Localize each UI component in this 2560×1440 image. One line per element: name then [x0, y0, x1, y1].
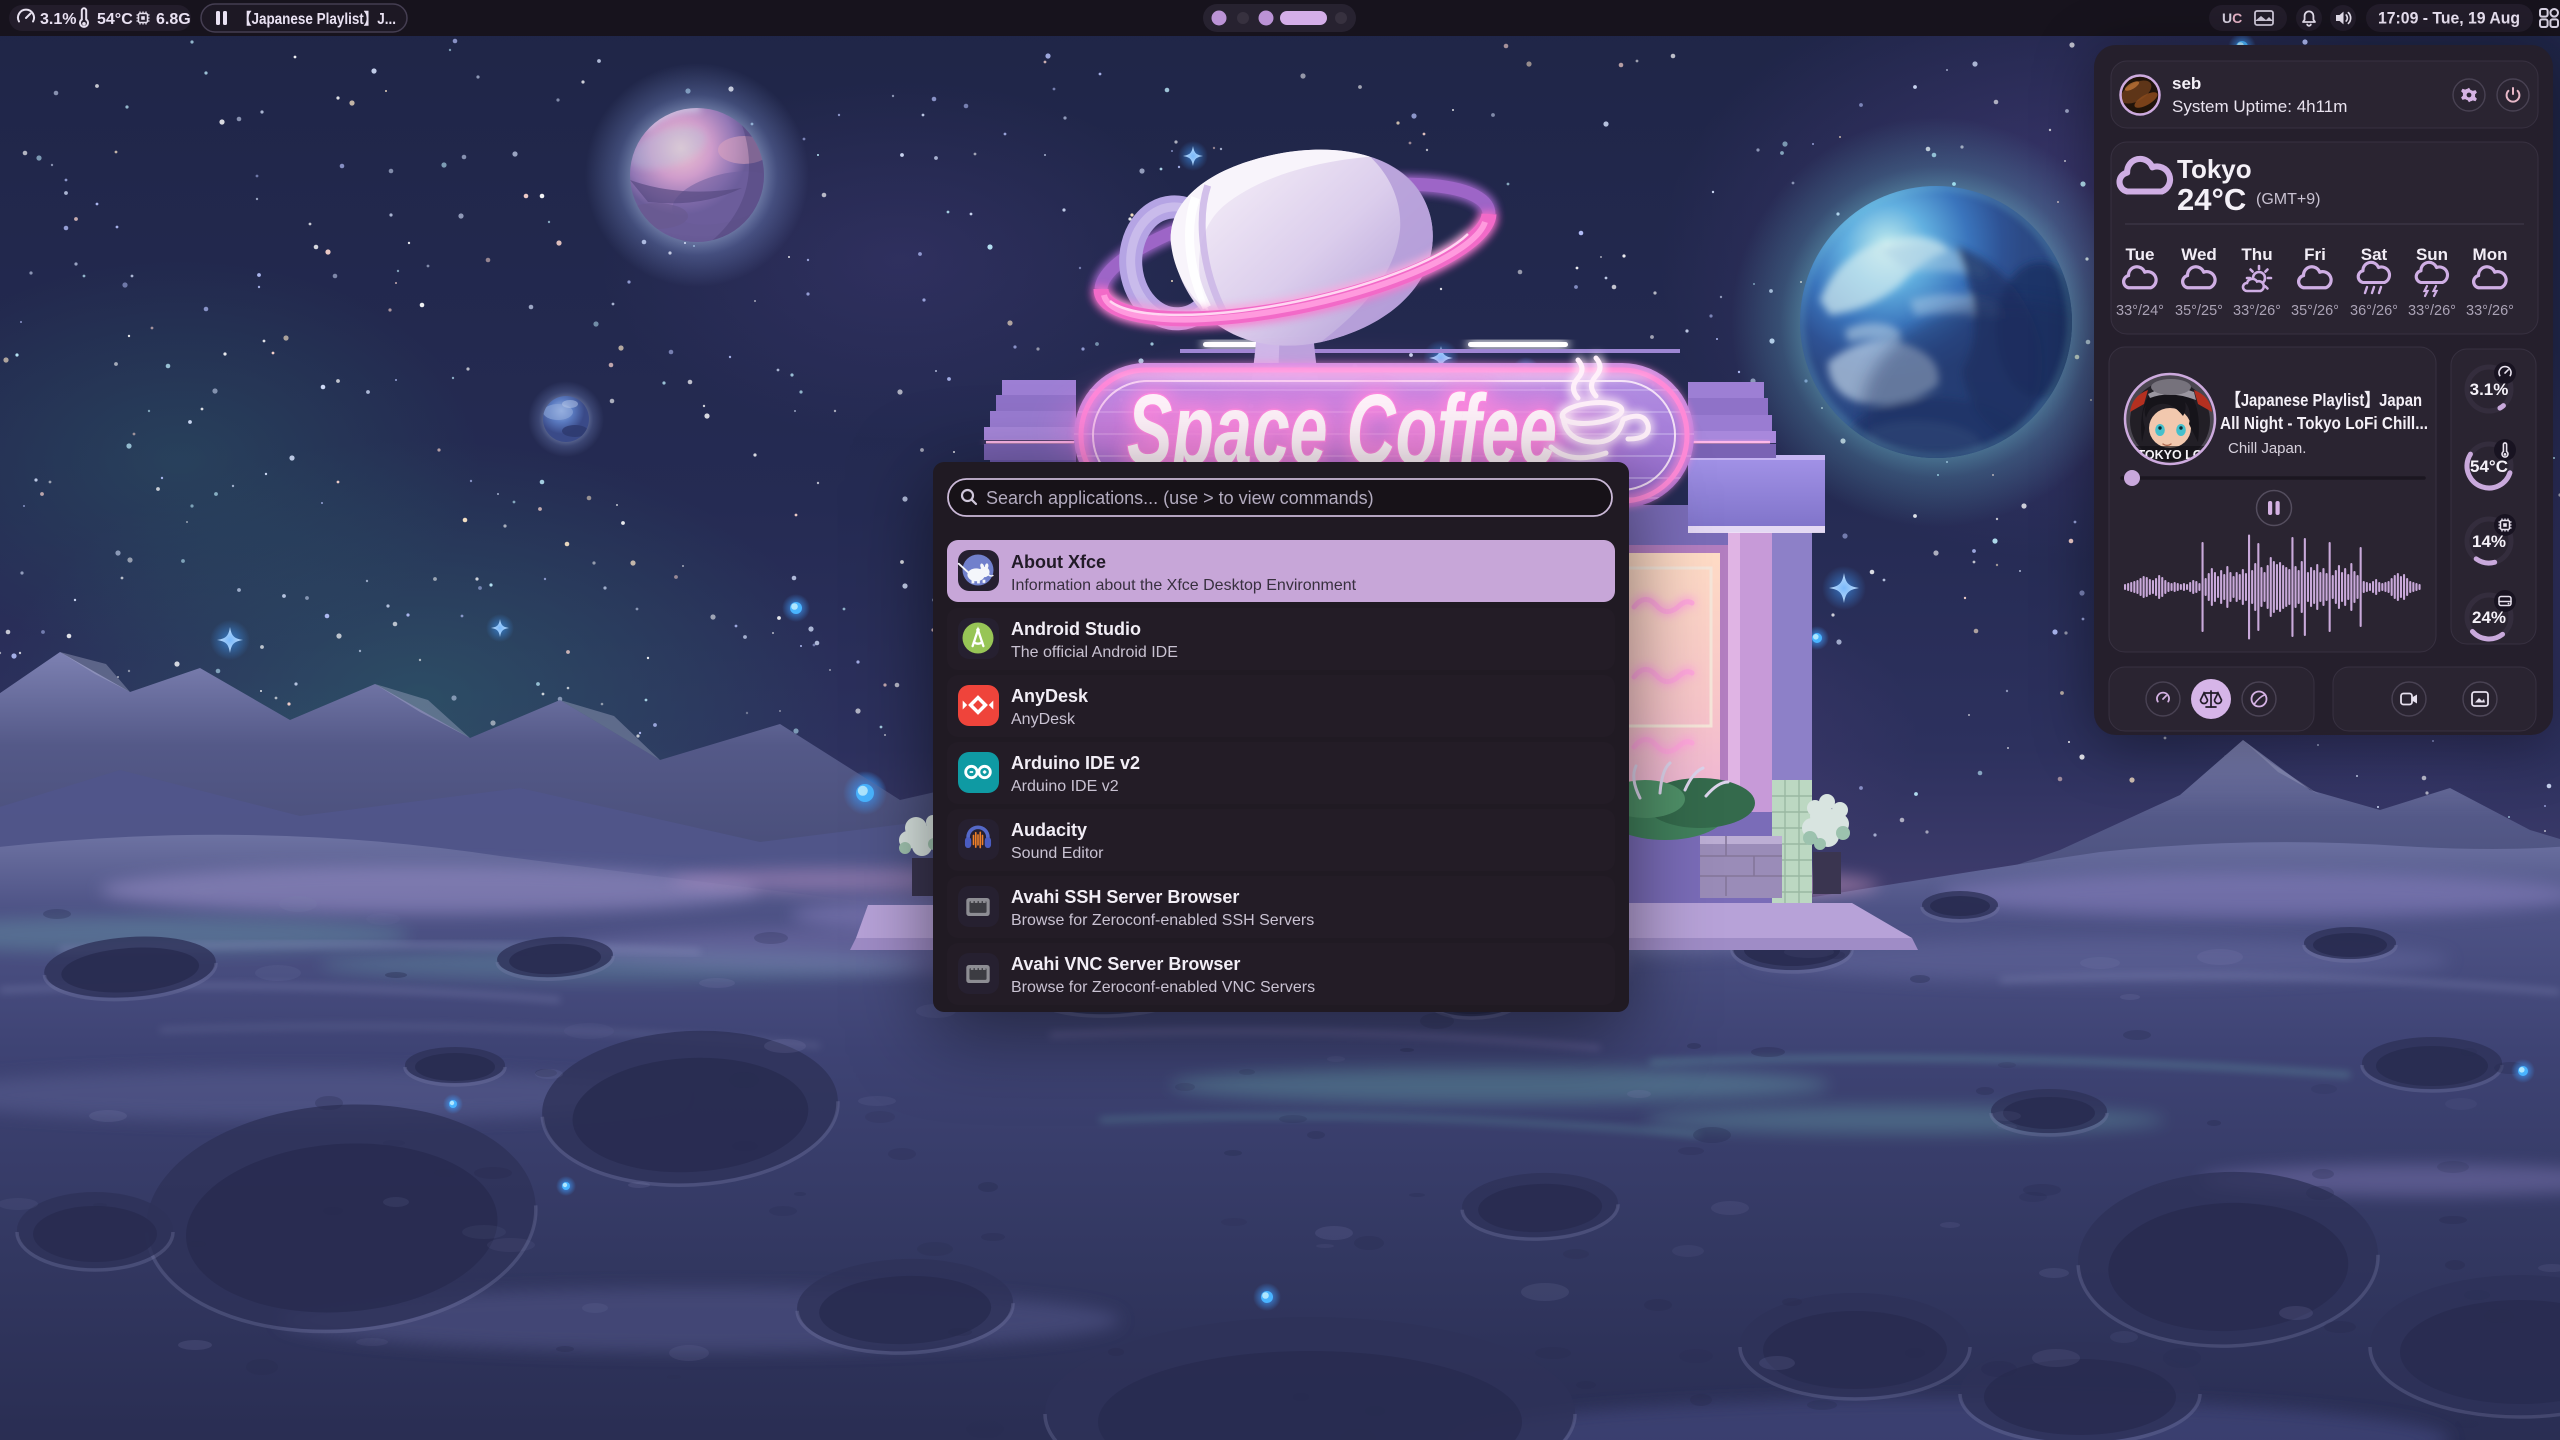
svg-text:The official Android IDE: The official Android IDE — [1011, 644, 1178, 661]
svg-text:UC: UC — [2222, 10, 2242, 26]
svg-text:Sun: Sun — [2416, 245, 2448, 264]
svg-text:Wed: Wed — [2181, 245, 2217, 264]
svg-text:Audacity: Audacity — [1011, 820, 1087, 840]
svg-text:All Night - Tokyo LoFi Chill..: All Night - Tokyo LoFi Chill... — [2220, 413, 2428, 433]
svg-text:54°C: 54°C — [97, 11, 133, 28]
svg-text:3.1%: 3.1% — [2470, 380, 2509, 399]
svg-text:Search applications... (use >: Search applications... (use > to view co… — [986, 488, 1374, 508]
svg-text:(GMT+9): (GMT+9) — [2256, 191, 2320, 208]
svg-text:Arduino IDE v2: Arduino IDE v2 — [1011, 753, 1140, 773]
svg-text:Fri: Fri — [2304, 245, 2326, 264]
svg-text:Browse for Zeroconf-enabled SS: Browse for Zeroconf-enabled SSH Servers — [1011, 912, 1314, 929]
svg-text:Avahi SSH Server Browser: Avahi SSH Server Browser — [1011, 887, 1239, 907]
svg-text:6.8G: 6.8G — [156, 11, 191, 28]
svg-text:AnyDesk: AnyDesk — [1011, 686, 1089, 706]
svg-text:Tue: Tue — [2126, 245, 2155, 264]
svg-text:35°/25°: 35°/25° — [2175, 303, 2223, 319]
svg-text:Thu: Thu — [2241, 245, 2272, 264]
svg-text:Android Studio: Android Studio — [1011, 619, 1141, 639]
svg-text:【Japanese Playlist】J...: 【Japanese Playlist】J... — [238, 10, 396, 28]
svg-text:Information about the Xfce Des: Information about the Xfce Desktop Envir… — [1011, 577, 1357, 594]
svg-text:54°C: 54°C — [2470, 457, 2508, 476]
svg-text:33°/26°: 33°/26° — [2408, 303, 2456, 319]
svg-text:33°/24°: 33°/24° — [2116, 303, 2164, 319]
svg-text:24%: 24% — [2472, 608, 2506, 627]
svg-text:Sound Editor: Sound Editor — [1011, 845, 1104, 862]
svg-text:3.1%: 3.1% — [40, 11, 76, 28]
svg-text:33°/26°: 33°/26° — [2466, 303, 2514, 319]
svg-text:36°/26°: 36°/26° — [2350, 303, 2398, 319]
svg-text:24°C: 24°C — [2177, 182, 2246, 217]
svg-text:Sat: Sat — [2361, 245, 2388, 264]
svg-text:35°/26°: 35°/26° — [2291, 303, 2339, 319]
svg-text:Arduino IDE v2: Arduino IDE v2 — [1011, 778, 1119, 795]
svg-text:【Japanese Playlist】Japan: 【Japanese Playlist】Japan — [2226, 390, 2422, 410]
svg-text:Browse for Zeroconf-enabled VN: Browse for Zeroconf-enabled VNC Servers — [1011, 979, 1315, 996]
svg-text:14%: 14% — [2472, 532, 2506, 551]
svg-text:About Xfce: About Xfce — [1011, 552, 1106, 572]
svg-text:AnyDesk: AnyDesk — [1011, 711, 1076, 728]
svg-text:Tokyo: Tokyo — [2177, 154, 2252, 184]
svg-text:seb: seb — [2172, 74, 2201, 93]
svg-text:Chill Japan.: Chill Japan. — [2228, 440, 2306, 457]
svg-text:Mon: Mon — [2473, 245, 2508, 264]
svg-text:33°/26°: 33°/26° — [2233, 303, 2281, 319]
svg-text:System Uptime: 4h11m: System Uptime: 4h11m — [2172, 97, 2347, 116]
svg-text:Avahi VNC Server Browser: Avahi VNC Server Browser — [1011, 954, 1240, 974]
svg-text:17:09 - Tue, 19 Aug: 17:09 - Tue, 19 Aug — [2378, 10, 2520, 28]
